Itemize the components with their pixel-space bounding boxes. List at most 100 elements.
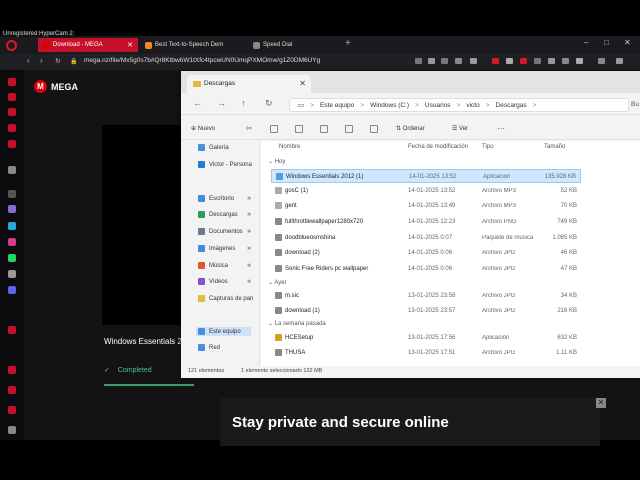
breadcrumb-este-equipo[interactable]: Este equipo bbox=[320, 102, 354, 109]
cut-icon[interactable]: ✂ bbox=[246, 124, 253, 133]
rename-icon[interactable] bbox=[320, 125, 328, 133]
new-button[interactable]: ⊕ Nuevo bbox=[191, 125, 215, 132]
explorer-tab-descargas[interactable]: Descargas ✕ bbox=[187, 75, 311, 93]
reload-icon[interactable]: ↻ bbox=[55, 57, 61, 65]
nav-item-este-equipo[interactable]: Este equipo bbox=[196, 327, 251, 336]
explorer-back-icon[interactable]: ← bbox=[193, 98, 202, 108]
breadcrumb[interactable]: ▭ > Este equipo > Windows (C:) > Usuario… bbox=[289, 98, 629, 112]
extension-red-icon[interactable] bbox=[492, 58, 499, 64]
column-header-name[interactable]: Nombre bbox=[279, 144, 300, 150]
nav-item-documentos[interactable]: Documentos bbox=[198, 228, 243, 235]
nav-item-descargas[interactable]: Descargas bbox=[198, 211, 238, 218]
file-row[interactable]: HCESetup 13-01-2025 17:56 Aplicación 632… bbox=[271, 331, 581, 345]
sidebar-history-icon[interactable] bbox=[8, 124, 16, 132]
mega-logo-text[interactable]: MEGA bbox=[51, 82, 78, 92]
search-field[interactable]: Bu bbox=[631, 101, 639, 108]
explorer-forward-icon[interactable]: → bbox=[217, 98, 226, 108]
file-row[interactable]: gent 14-01-2025 13:49 Archivo MP3 70 KB bbox=[271, 199, 581, 213]
shield-icon[interactable] bbox=[441, 58, 448, 64]
bookmark-icon[interactable] bbox=[455, 58, 462, 64]
explorer-refresh-icon[interactable]: ↻ bbox=[265, 98, 273, 109]
extension-icon[interactable] bbox=[562, 58, 569, 64]
nav-item-musica[interactable]: Música bbox=[198, 262, 228, 269]
breadcrumb-descargas[interactable]: Descargas bbox=[496, 102, 527, 109]
download-icon[interactable] bbox=[548, 58, 555, 64]
delete-icon[interactable] bbox=[370, 125, 378, 133]
maximize-button[interactable]: □ bbox=[604, 38, 609, 47]
file-row[interactable]: m.sic 13-01-2025 23:58 Archivo JPG 34 KB bbox=[271, 289, 581, 303]
extension-icon[interactable] bbox=[534, 58, 541, 64]
sidebar-home-icon[interactable] bbox=[8, 78, 16, 86]
tab-text-to-speech[interactable]: Best Text-to-Speech Dem bbox=[140, 38, 236, 52]
sidebar-speed-dial-icon[interactable] bbox=[8, 93, 16, 101]
explorer-up-icon[interactable]: ↑ bbox=[241, 98, 246, 108]
tab-download-mega[interactable]: Download - MEGA ✕ bbox=[38, 38, 138, 52]
close-window-button[interactable]: ✕ bbox=[624, 38, 631, 47]
snapshot-icon[interactable] bbox=[576, 58, 583, 64]
nav-item-onedrive[interactable]: Victor - Persona bbox=[198, 161, 252, 168]
forward-icon[interactable]: › bbox=[40, 56, 43, 65]
group-header-hoy[interactable]: ⌄ Hoy bbox=[268, 158, 285, 165]
column-header-size[interactable]: Tamaño bbox=[544, 144, 565, 150]
sidebar-wallet-icon[interactable] bbox=[8, 366, 16, 374]
profile-icon[interactable] bbox=[598, 58, 605, 64]
nav-item-capturas[interactable]: Capturas de pan bbox=[198, 295, 253, 302]
breadcrumb-usuarios[interactable]: Usuarios bbox=[425, 102, 451, 109]
opera-logo-icon[interactable] bbox=[6, 40, 17, 51]
sidebar-twitch-icon[interactable] bbox=[8, 205, 16, 213]
group-header-semana-pasada[interactable]: ⌄ La semana pasada bbox=[268, 320, 326, 327]
sort-button[interactable]: ⇅ Ordenar bbox=[396, 125, 425, 132]
column-header-type[interactable]: Tipo bbox=[482, 144, 493, 150]
file-row[interactable]: download (1) 13-01-2025 23:57 Archivo JP… bbox=[271, 304, 581, 318]
sidebar-music-icon[interactable] bbox=[8, 326, 16, 334]
more-options-button[interactable]: ··· bbox=[497, 124, 505, 133]
nav-item-red[interactable]: Red bbox=[198, 344, 220, 351]
share-icon[interactable] bbox=[345, 125, 353, 133]
breadcrumb-windows-c[interactable]: Windows (C:) bbox=[370, 102, 409, 109]
nav-item-imagenes[interactable]: Imágenes bbox=[198, 245, 235, 252]
close-banner-button[interactable]: ✕ bbox=[596, 398, 606, 408]
tab-speed-dial[interactable]: Speed Dial bbox=[248, 38, 328, 52]
minimize-button[interactable]: – bbox=[584, 38, 588, 47]
sidebar-bookmarks-icon[interactable] bbox=[8, 108, 16, 116]
mega-logo-icon[interactable]: M bbox=[34, 80, 47, 93]
sidebar-messenger-icon[interactable] bbox=[8, 222, 16, 230]
extension-red-icon[interactable] bbox=[520, 58, 527, 64]
sidebar-downloads-icon[interactable] bbox=[8, 140, 16, 148]
group-header-ayer[interactable]: ⌄ Ayer bbox=[268, 279, 287, 286]
file-row[interactable]: fullthrottlewallpaper1280x720 14-01-2025… bbox=[271, 215, 581, 229]
search-icon[interactable] bbox=[470, 58, 477, 64]
url-text[interactable]: mega.nz/file/Mx5g0s7b#Qr8KtbwbW1tXfc4tpc… bbox=[84, 57, 320, 64]
paste-icon[interactable] bbox=[295, 125, 303, 133]
sidebar-aria-icon[interactable] bbox=[8, 166, 16, 174]
sidebar-discord-icon[interactable] bbox=[8, 286, 16, 294]
column-header-date[interactable]: Fecha de modificación bbox=[408, 144, 468, 150]
view-button[interactable]: ☰ Ver bbox=[452, 125, 468, 132]
file-row[interactable]: THUSA 13-01-2025 17:51 Archivo JPG 1.11 … bbox=[271, 346, 581, 360]
extension-icon[interactable] bbox=[415, 58, 422, 64]
close-tab-icon[interactable]: ✕ bbox=[127, 41, 133, 49]
sidebar-whatsapp-icon[interactable] bbox=[8, 254, 16, 262]
back-icon[interactable]: ‹ bbox=[27, 56, 30, 65]
breadcrumb-victo[interactable]: victo bbox=[466, 102, 479, 109]
file-row[interactable]: download (2) 14-01-2025 0:06 Archivo JPG… bbox=[271, 246, 581, 260]
copy-icon[interactable] bbox=[270, 125, 278, 133]
sidebar-x-icon[interactable] bbox=[8, 270, 16, 278]
file-row[interactable]: Sonic Free Riders pc wallpaper 14-01-202… bbox=[271, 262, 581, 276]
file-row[interactable]: Windows Essentials 2012 (1) 14-01-2025 1… bbox=[271, 169, 581, 183]
network-icon bbox=[198, 344, 205, 351]
sidebar-tabs-icon[interactable] bbox=[8, 386, 16, 394]
sidebar-instagram-icon[interactable] bbox=[8, 238, 16, 246]
new-tab-button[interactable]: + bbox=[345, 38, 351, 49]
sidebar-more-icon[interactable] bbox=[8, 426, 16, 434]
nav-item-escritorio[interactable]: Escritorio bbox=[198, 195, 234, 202]
sidebar-settings-icon[interactable] bbox=[8, 406, 16, 414]
file-row[interactable]: doodblueosmshina 14-01-2025 0:07 Paquete… bbox=[271, 231, 581, 245]
menu-icon[interactable] bbox=[616, 58, 623, 64]
close-explorer-tab-icon[interactable]: ✕ bbox=[299, 79, 306, 88]
extension-icon[interactable] bbox=[506, 58, 513, 64]
camera-icon[interactable] bbox=[428, 58, 435, 64]
nav-item-videos[interactable]: Vídeos bbox=[198, 278, 228, 285]
nav-item-galeria[interactable]: Galería bbox=[198, 144, 229, 151]
file-row[interactable]: gosC (1) 14-01-2025 13:52 Archivo MP3 52… bbox=[271, 184, 581, 198]
